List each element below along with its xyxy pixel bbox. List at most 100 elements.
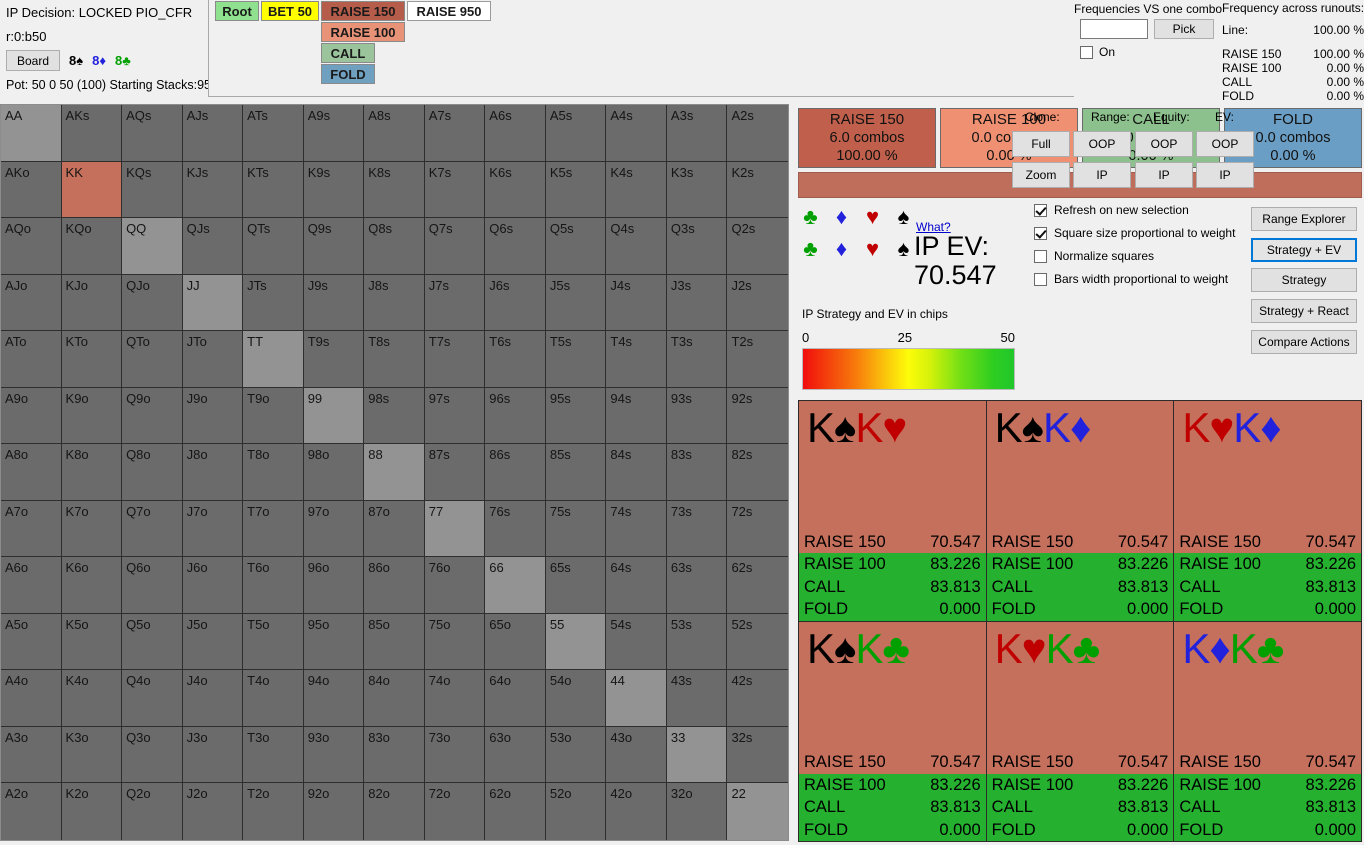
action-box-raise-150[interactable]: RAISE 150 6.0 combos 100.00 %	[798, 108, 936, 168]
matrix-cell-J6s[interactable]: J6s	[485, 274, 546, 332]
ev-ip-button[interactable]: IP	[1196, 162, 1254, 188]
matrix-cell-T4s[interactable]: T4s	[606, 331, 667, 388]
ev-oop-button[interactable]: OOP	[1196, 131, 1254, 157]
matrix-cell-63s[interactable]: 63s	[666, 557, 728, 614]
matrix-cell-T5o[interactable]: T5o	[243, 613, 304, 671]
matrix-cell-Q3s[interactable]: Q3s	[666, 218, 728, 275]
matrix-cell-Q4s[interactable]: Q4s	[606, 218, 667, 275]
matrix-cell-Q4o[interactable]: Q4o	[122, 670, 183, 727]
matrix-cell-J7o[interactable]: J7o	[182, 500, 244, 558]
option-bars-width-proportional[interactable]: Bars width proportional to weight	[1034, 272, 1228, 286]
matrix-cell-J8s[interactable]: J8s	[364, 274, 425, 332]
matrix-cell-QTs[interactable]: QTs	[243, 218, 304, 275]
matrix-cell-J8o[interactable]: J8o	[182, 444, 244, 501]
matrix-cell-A8s[interactable]: A8s	[364, 105, 425, 162]
clone-full-button[interactable]: Full	[1012, 131, 1070, 157]
matrix-cell-J2o[interactable]: J2o	[182, 783, 244, 840]
matrix-cell-64o[interactable]: 64o	[485, 670, 546, 727]
matrix-cell-Q5o[interactable]: Q5o	[122, 613, 183, 671]
matrix-cell-AJs[interactable]: AJs	[182, 105, 244, 162]
checkbox-icon[interactable]	[1034, 272, 1047, 286]
matrix-cell-ATo[interactable]: ATo	[1, 331, 62, 388]
matrix-cell-JTs[interactable]: JTs	[243, 274, 304, 332]
matrix-cell-ATs[interactable]: ATs	[243, 105, 304, 162]
matrix-cell-Q7o[interactable]: Q7o	[122, 500, 183, 558]
matrix-cell-J4o[interactable]: J4o	[182, 670, 244, 727]
matrix-cell-KK[interactable]: KK	[61, 161, 123, 219]
suit-row-2[interactable]: ♣ ♦ ♥ ♠	[802, 238, 912, 260]
matrix-cell-AKo[interactable]: AKo	[1, 161, 62, 219]
matrix-cell-55[interactable]: 55	[545, 613, 607, 671]
matrix-cell-62s[interactable]: 62s	[727, 557, 788, 614]
spade-icon[interactable]: ♠	[895, 206, 912, 228]
matrix-cell-K7o[interactable]: K7o	[61, 500, 123, 558]
equity-oop-button[interactable]: OOP	[1135, 131, 1193, 157]
matrix-cell-J4s[interactable]: J4s	[606, 274, 667, 332]
matrix-cell-JJ[interactable]: JJ	[182, 274, 244, 332]
matrix-cell-J3s[interactable]: J3s	[666, 274, 728, 332]
matrix-cell-53o[interactable]: 53o	[545, 726, 607, 784]
matrix-cell-Q9s[interactable]: Q9s	[303, 218, 365, 275]
matrix-cell-22[interactable]: 22	[727, 783, 788, 840]
matrix-cell-Q9o[interactable]: Q9o	[122, 387, 183, 445]
matrix-cell-T7o[interactable]: T7o	[243, 500, 304, 558]
matrix-cell-T7s[interactable]: T7s	[424, 331, 486, 388]
matrix-cell-92o[interactable]: 92o	[303, 783, 365, 840]
equity-ip-button[interactable]: IP	[1135, 162, 1193, 188]
matrix-cell-K3s[interactable]: K3s	[666, 161, 728, 219]
matrix-cell-J9s[interactable]: J9s	[303, 274, 365, 332]
matrix-cell-AKs[interactable]: AKs	[61, 105, 123, 162]
matrix-cell-95o[interactable]: 95o	[303, 613, 365, 671]
matrix-cell-KQo[interactable]: KQo	[61, 218, 123, 275]
matrix-cell-J2s[interactable]: J2s	[727, 274, 788, 332]
matrix-cell-A7s[interactable]: A7s	[424, 105, 486, 162]
matrix-cell-QJs[interactable]: QJs	[182, 218, 244, 275]
matrix-cell-72o[interactable]: 72o	[424, 783, 486, 840]
matrix-cell-86s[interactable]: 86s	[485, 444, 546, 501]
matrix-cell-92s[interactable]: 92s	[727, 387, 788, 445]
matrix-cell-T8s[interactable]: T8s	[364, 331, 425, 388]
tree-node-call[interactable]: CALL	[321, 43, 375, 63]
combo-card-0[interactable]: K♠K♥ RAISE 150 70.547 RAISE 100 83.226 CALL 83…	[799, 401, 986, 621]
matrix-cell-KQs[interactable]: KQs	[122, 161, 183, 219]
checkbox-icon[interactable]	[1034, 203, 1047, 217]
option-square-size-proportional[interactable]: Square size proportional to weight	[1034, 226, 1235, 240]
matrix-cell-T2o[interactable]: T2o	[243, 783, 304, 840]
matrix-cell-32s[interactable]: 32s	[727, 726, 788, 784]
matrix-cell-74s[interactable]: 74s	[606, 500, 667, 558]
combo-card-2[interactable]: K♥K♦ RAISE 150 70.547 RAISE 100 83.226 CALL 83…	[1174, 401, 1361, 621]
matrix-cell-A2s[interactable]: A2s	[727, 105, 788, 162]
matrix-cell-Q8s[interactable]: Q8s	[364, 218, 425, 275]
matrix-cell-42o[interactable]: 42o	[606, 783, 667, 840]
matrix-cell-K9o[interactable]: K9o	[61, 387, 123, 445]
matrix-cell-93s[interactable]: 93s	[666, 387, 728, 445]
diamond-icon[interactable]: ♦	[833, 206, 850, 228]
matrix-cell-73s[interactable]: 73s	[666, 500, 728, 558]
pick-button[interactable]: Pick	[1154, 19, 1214, 39]
matrix-cell-54o[interactable]: 54o	[545, 670, 607, 727]
matrix-cell-T2s[interactable]: T2s	[727, 331, 788, 388]
matrix-cell-K8o[interactable]: K8o	[61, 444, 123, 501]
matrix-cell-A9s[interactable]: A9s	[303, 105, 365, 162]
matrix-cell-99[interactable]: 99	[303, 387, 365, 445]
suit-row-1[interactable]: ♣ ♦ ♥ ♠	[802, 206, 912, 228]
matrix-cell-73o[interactable]: 73o	[424, 726, 486, 784]
matrix-cell-K5s[interactable]: K5s	[545, 161, 607, 219]
matrix-cell-A4s[interactable]: A4s	[606, 105, 667, 162]
spade-icon-2[interactable]: ♠	[895, 238, 912, 260]
matrix-cell-K2s[interactable]: K2s	[727, 161, 788, 219]
matrix-cell-93o[interactable]: 93o	[303, 726, 365, 784]
club-icon[interactable]: ♣	[802, 206, 819, 228]
matrix-cell-TT[interactable]: TT	[243, 331, 304, 388]
matrix-cell-64s[interactable]: 64s	[606, 557, 667, 614]
matrix-cell-88[interactable]: 88	[364, 444, 425, 501]
matrix-cell-Q3o[interactable]: Q3o	[122, 726, 183, 784]
matrix-cell-K6s[interactable]: K6s	[485, 161, 546, 219]
checkbox-icon[interactable]	[1080, 45, 1093, 59]
matrix-cell-K4s[interactable]: K4s	[606, 161, 667, 219]
range-explorer-button[interactable]: Range Explorer	[1251, 207, 1357, 231]
matrix-cell-QTo[interactable]: QTo	[122, 331, 183, 388]
matrix-cell-K4o[interactable]: K4o	[61, 670, 123, 727]
matrix-cell-94o[interactable]: 94o	[303, 670, 365, 727]
matrix-cell-87o[interactable]: 87o	[364, 500, 425, 558]
